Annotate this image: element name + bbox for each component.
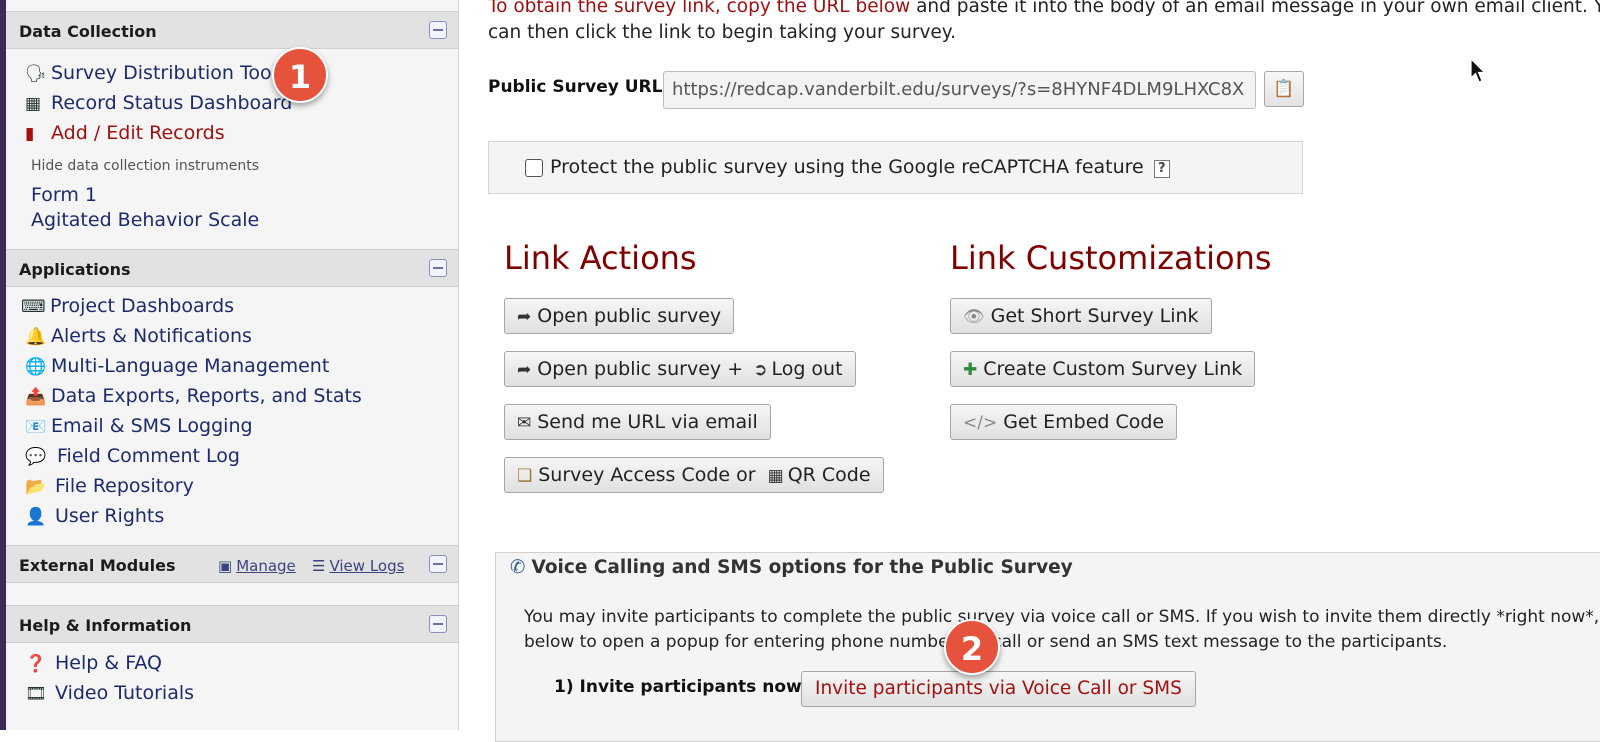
captcha-box: Protect the public survey using the Goog… bbox=[488, 141, 1303, 194]
get-short-survey-link-button[interactable]: 👁 Get Short Survey Link bbox=[950, 298, 1212, 334]
qr-code-icon: ▦ bbox=[767, 466, 784, 486]
sidebar-item-add-edit-records[interactable]: ▮ Add / Edit Records bbox=[25, 122, 225, 144]
captcha-checkbox[interactable] bbox=[525, 159, 543, 177]
open-public-survey-button[interactable]: ➦ Open public survey bbox=[504, 298, 735, 334]
file-export-icon: 📤 bbox=[25, 387, 47, 407]
intro-highlight: To obtain the survey link, copy the URL … bbox=[488, 0, 911, 17]
section-title: Applications bbox=[19, 260, 131, 279]
voice-panel-description: You may invite participants to complete … bbox=[524, 607, 1600, 652]
public-survey-url-input[interactable]: https://redcap.vanderbilt.edu/surveys/?s… bbox=[663, 71, 1256, 109]
link-customizations-title: Link Customizations bbox=[950, 239, 1272, 277]
sidebar-item-field-comment-log[interactable]: 💬 Field Comment Log bbox=[25, 445, 240, 467]
bell-icon: 🔔 bbox=[25, 327, 47, 347]
mouse-cursor-icon bbox=[1470, 58, 1486, 83]
sidebar-item-help-faq[interactable]: ❓ Help & FAQ bbox=[25, 652, 162, 674]
sidebar-item-alerts-notifications[interactable]: 🔔 Alerts & Notifications bbox=[25, 325, 252, 347]
hide-instruments-link[interactable]: Hide data collection instruments bbox=[31, 158, 259, 174]
collapse-external-modules-button[interactable] bbox=[429, 555, 447, 573]
sidebar-item-user-rights[interactable]: 👤 User Rights bbox=[25, 505, 164, 527]
sidebar-item-video-tutorials[interactable]: 🎞 Video Tutorials bbox=[25, 682, 194, 704]
captcha-label: Protect the public survey using the Goog… bbox=[550, 156, 1170, 178]
document-icon: ▮ bbox=[25, 124, 35, 144]
share-arrow-icon: ➦ bbox=[517, 307, 532, 327]
custom-link-add-icon: ✚ bbox=[963, 360, 978, 380]
sidebar-item-file-repository[interactable]: 📂 File Repository bbox=[25, 475, 194, 497]
copy-url-button[interactable]: 📋 bbox=[1264, 71, 1304, 107]
voice-sms-panel: ✆ Voice Calling and SMS options for the P… bbox=[495, 552, 1600, 742]
invite-participants-label: 1) Invite participants now: bbox=[554, 677, 809, 697]
voice-panel-title: ✆ Voice Calling and SMS options for the P… bbox=[510, 557, 1073, 578]
create-custom-survey-link-button[interactable]: ✚ Create Custom Survey Link bbox=[950, 351, 1256, 387]
user-icon: 👤 bbox=[25, 507, 47, 527]
step-badge-2: 2 bbox=[944, 619, 1000, 675]
table-grid-icon: ▦ bbox=[25, 94, 42, 114]
list-icon: ☰ bbox=[312, 557, 326, 575]
folder-open-icon: 📂 bbox=[25, 477, 47, 497]
dashboard-icon: ⌨ bbox=[21, 297, 46, 317]
collapse-data-collection-button[interactable] bbox=[429, 21, 447, 39]
open-public-survey-logout-button[interactable]: ➦ Open public survey + ➲ Log out bbox=[504, 351, 856, 387]
link-actions-title: Link Actions bbox=[504, 239, 697, 277]
help-icon[interactable]: ? bbox=[1153, 160, 1170, 178]
public-survey-url-label: Public Survey URL: bbox=[488, 77, 670, 97]
code-icon: </> bbox=[963, 413, 998, 433]
instrument-link-form-1[interactable]: Form 1 bbox=[31, 184, 97, 206]
send-url-email-button[interactable]: ✉ Send me URL via email bbox=[504, 404, 771, 440]
step-badge-1: 1 bbox=[272, 47, 328, 103]
logout-icon: ➲ bbox=[753, 360, 768, 380]
invite-voice-sms-button[interactable]: Invite participants via Voice Call or SM… bbox=[801, 671, 1196, 707]
eye-link-icon: 👁 bbox=[963, 307, 985, 327]
section-header-applications: Applications bbox=[6, 249, 458, 287]
sidebar-item-project-dashboards[interactable]: ⌨ Project Dashboards bbox=[21, 295, 234, 317]
manage-modules-link[interactable]: ▣ Manage bbox=[218, 557, 296, 575]
mail-log-icon: 📧 bbox=[25, 417, 47, 437]
section-title: Help & Information bbox=[19, 616, 192, 635]
section-header-help: Help & Information bbox=[6, 605, 458, 643]
phone-icon: ✆ bbox=[510, 557, 526, 578]
sidebar-item-multi-language-management[interactable]: 🌐 Multi-Language Management bbox=[25, 355, 329, 377]
collapse-applications-button[interactable] bbox=[429, 259, 447, 277]
film-icon: 🎞 bbox=[25, 684, 47, 704]
sidebar: Data Collection 🗣 Survey Distribution Too… bbox=[6, 0, 459, 730]
question-circle-icon: ❓ bbox=[25, 654, 47, 674]
envelope-icon: ✉ bbox=[517, 413, 532, 433]
section-title: External Modules bbox=[19, 556, 176, 575]
sidebar-item-email-sms-logging[interactable]: 📧 Email & SMS Logging bbox=[25, 415, 253, 437]
comments-icon: 💬 bbox=[25, 447, 47, 467]
section-title: Data Collection bbox=[19, 22, 157, 41]
sidebar-item-record-status-dashboard[interactable]: ▦ Record Status Dashboard bbox=[25, 92, 292, 114]
copy-icon: 📋 bbox=[1273, 79, 1295, 99]
intro-rest: and paste it into the body of an email m… bbox=[910, 0, 1600, 17]
share-arrow-icon: ➦ bbox=[517, 360, 532, 380]
get-embed-code-button[interactable]: </> Get Embed Code bbox=[950, 404, 1178, 440]
view-logs-link[interactable]: ☰ View Logs bbox=[312, 557, 404, 575]
intro-line-2: can then click the link to begin taking … bbox=[488, 22, 956, 43]
section-header-data-collection: Data Collection bbox=[6, 11, 458, 49]
sidebar-item-data-exports[interactable]: 📤 Data Exports, Reports, and Stats bbox=[25, 385, 362, 407]
instrument-link-agitated-behavior-scale[interactable]: Agitated Behavior Scale bbox=[31, 209, 259, 231]
collapse-help-button[interactable] bbox=[429, 615, 447, 633]
cube-icon: ▣ bbox=[218, 557, 233, 575]
sidebar-item-survey-distribution-tools[interactable]: 🗣 Survey Distribution Tools bbox=[25, 62, 287, 84]
section-header-external-modules: External Modules ▣ Manage ☰ View Logs bbox=[6, 545, 458, 583]
ticket-icon: ❏ bbox=[517, 466, 533, 486]
survey-access-code-button[interactable]: ❏ Survey Access Code or ▦ QR Code bbox=[504, 457, 884, 493]
globe-icon: 🌐 bbox=[25, 357, 47, 377]
intro-text: To obtain the survey link, copy the URL … bbox=[488, 0, 1600, 46]
survey-distribution-icon: 🗣 bbox=[25, 64, 47, 84]
